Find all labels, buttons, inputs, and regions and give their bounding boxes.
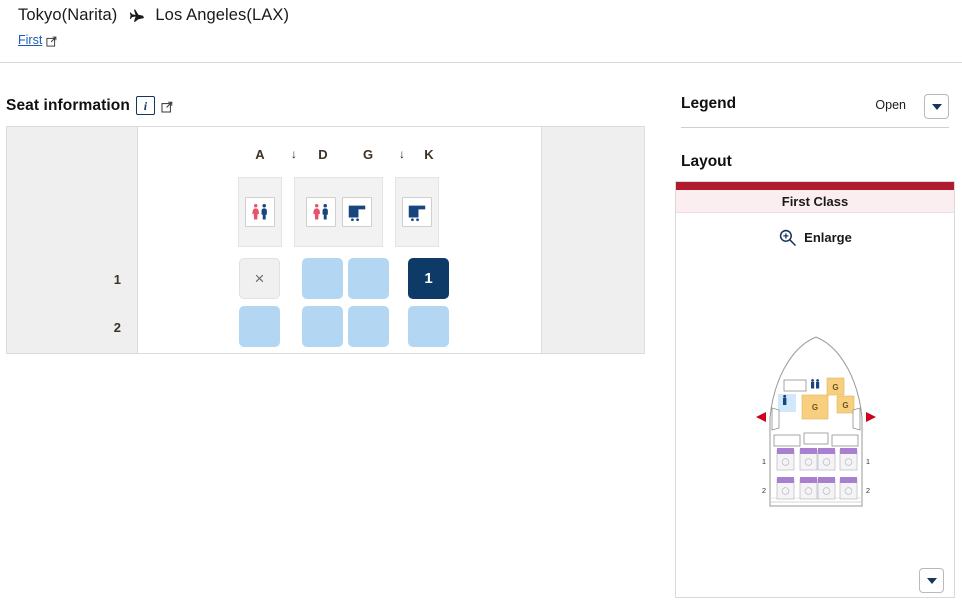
- enlarge-label: Enlarge: [804, 230, 852, 245]
- chevron-down-icon: [931, 103, 942, 110]
- seat-grid: A ↓ D G ↓ K × 1: [139, 127, 541, 353]
- legend-toggle-button[interactable]: [924, 94, 949, 119]
- layout-title: Layout: [681, 153, 732, 170]
- svg-text:G: G: [842, 401, 848, 410]
- column-header-g: G: [362, 147, 374, 162]
- cabin-accent-bar: [676, 182, 954, 190]
- seat-1A: ×: [239, 258, 280, 299]
- svg-text:G: G: [832, 383, 838, 392]
- right-door-marker: [866, 412, 876, 422]
- lavatory-icon: [783, 394, 787, 405]
- column-header-k: K: [424, 147, 434, 162]
- svg-text:1: 1: [762, 457, 766, 466]
- page-title: Seat information: [6, 96, 130, 114]
- svg-text:G: G: [812, 403, 818, 412]
- legend-state-label: Open: [875, 98, 906, 112]
- lavatory-icon: [305, 197, 336, 227]
- seat-map-right-gutter: [541, 127, 644, 353]
- chevron-down-icon: [926, 577, 937, 584]
- cabin-class-link-row[interactable]: First: [18, 33, 57, 47]
- column-header-d: D: [318, 147, 328, 162]
- seat-information-header: Seat information i: [6, 96, 173, 115]
- layout-scroll-down-button[interactable]: [919, 568, 944, 593]
- legend-header: Legend Open: [681, 94, 949, 128]
- seat-2A[interactable]: [239, 306, 280, 347]
- layout-panel: First Class Enlarge G G G 1 2 1 2: [675, 181, 955, 598]
- origin-city: Tokyo(Narita): [18, 6, 118, 24]
- left-door-marker: [756, 412, 766, 422]
- airplane-icon: [126, 8, 146, 26]
- seat-1K[interactable]: 1: [408, 258, 449, 299]
- cabin-class-label: First Class: [676, 190, 954, 213]
- lavatory-icon: [245, 197, 275, 227]
- row-number-1: 1: [113, 272, 121, 287]
- facility-block-right: [395, 177, 439, 247]
- external-link-icon[interactable]: [161, 101, 173, 113]
- cabin-class-link[interactable]: First: [18, 33, 42, 47]
- route-header: Tokyo(Narita) Los Angeles(LAX) First: [0, 0, 962, 63]
- seat-2D[interactable]: [302, 306, 343, 347]
- seat-1G[interactable]: [348, 258, 389, 299]
- seat-1D[interactable]: [302, 258, 343, 299]
- galley-icon: [402, 197, 432, 227]
- seat-selection-page: Tokyo(Narita) Los Angeles(LAX) First Sea…: [0, 0, 962, 614]
- seat-2K[interactable]: [408, 306, 449, 347]
- legend-title: Legend: [681, 95, 737, 112]
- column-header-a: A: [255, 147, 265, 162]
- enlarge-button[interactable]: Enlarge: [676, 228, 954, 247]
- destination-city: Los Angeles(LAX): [155, 6, 290, 24]
- svg-text:2: 2: [866, 486, 870, 495]
- external-link-icon[interactable]: [46, 36, 57, 47]
- svg-text:2: 2: [762, 486, 766, 495]
- seat-2G[interactable]: [348, 306, 389, 347]
- seat-map: 1 2 A ↓ D G ↓ K × 1: [6, 126, 645, 354]
- galley-icon: [341, 197, 372, 227]
- row-number-2: 2: [113, 320, 121, 335]
- info-icon[interactable]: i: [135, 96, 155, 115]
- facility-block-center: [294, 177, 383, 247]
- svg-text:1: 1: [866, 457, 870, 466]
- facility-block-left: [238, 177, 282, 247]
- aircraft-cabin-diagram[interactable]: G G G 1 2 1 2: [726, 334, 906, 509]
- route-summary: Tokyo(Narita) Los Angeles(LAX): [18, 6, 289, 25]
- zoom-in-icon: [778, 228, 797, 247]
